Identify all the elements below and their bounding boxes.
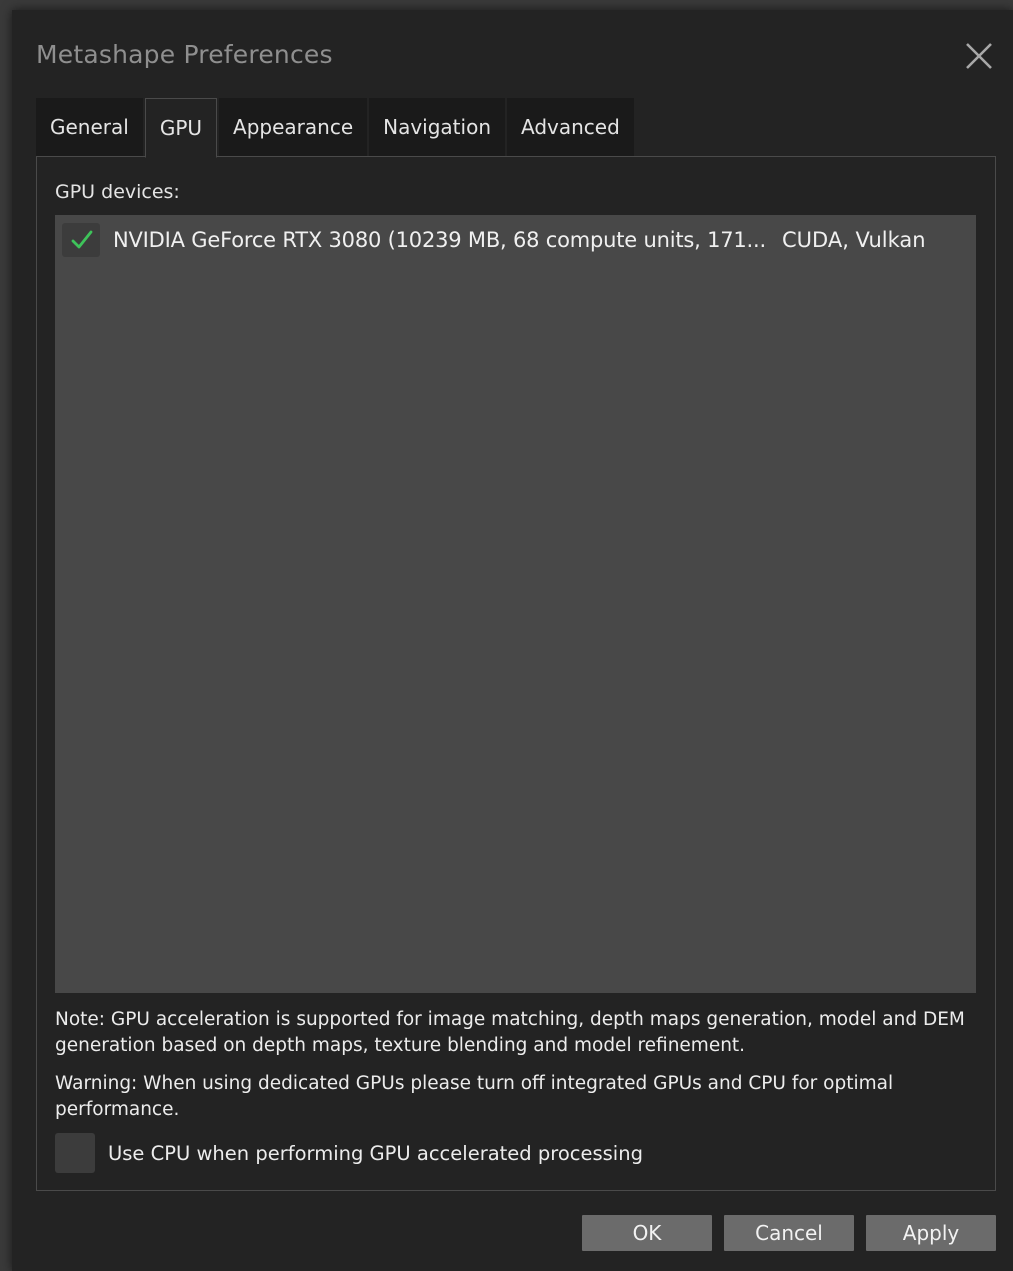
gpu-tab-panel: GPU devices: NVIDIA GeForce RTX 3080 (10…: [36, 156, 996, 1191]
cancel-button[interactable]: Cancel: [724, 1215, 854, 1251]
device-checkbox[interactable]: [62, 223, 100, 257]
list-item[interactable]: NVIDIA GeForce RTX 3080 (10239 MB, 68 co…: [55, 215, 976, 265]
device-api: CUDA, Vulkan: [782, 228, 926, 252]
close-icon[interactable]: [963, 40, 995, 72]
checkmark-icon: [71, 230, 93, 249]
gpu-note-text: Note: GPU acceleration is supported for …: [55, 1009, 965, 1056]
device-name: NVIDIA GeForce RTX 3080 (10239 MB, 68 co…: [113, 228, 766, 252]
preferences-dialog: Metashape Preferences General GPU Appear…: [12, 10, 1013, 1271]
gpu-warning-text: Warning: When using dedicated GPUs pleas…: [55, 1073, 894, 1120]
apply-button[interactable]: Apply: [866, 1215, 996, 1251]
tab-advanced[interactable]: Advanced: [507, 98, 634, 156]
tab-bar: General GPU Appearance Navigation Advanc…: [36, 98, 636, 158]
tab-gpu[interactable]: GPU: [144, 98, 218, 158]
tab-general[interactable]: General: [36, 98, 143, 156]
window-title: Metashape Preferences: [36, 40, 333, 69]
use-cpu-option[interactable]: Use CPU when performing GPU accelerated …: [55, 1133, 755, 1173]
tab-appearance[interactable]: Appearance: [219, 98, 368, 156]
gpu-devices-label: GPU devices:: [55, 181, 180, 203]
use-cpu-label: Use CPU when performing GPU accelerated …: [108, 1142, 643, 1165]
gpu-device-list[interactable]: NVIDIA GeForce RTX 3080 (10239 MB, 68 co…: [55, 215, 976, 993]
ok-button[interactable]: OK: [582, 1215, 712, 1251]
title-bar: Metashape Preferences: [12, 10, 1013, 92]
tab-navigation[interactable]: Navigation: [369, 98, 505, 156]
use-cpu-checkbox[interactable]: [55, 1133, 95, 1173]
